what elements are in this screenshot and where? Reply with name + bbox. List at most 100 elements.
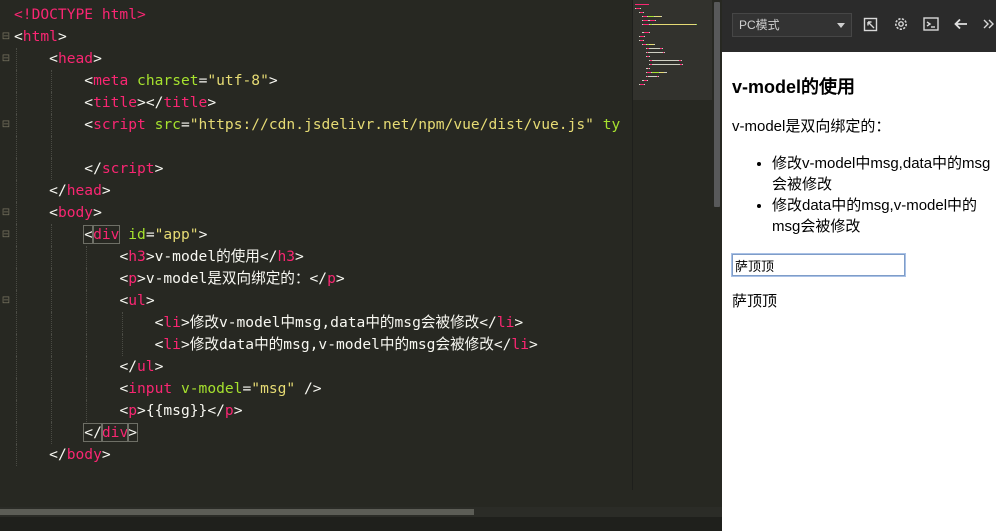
code-token: /> xyxy=(295,380,322,397)
code-line[interactable]: <p>v-model是双向绑定的：</p> xyxy=(14,268,634,290)
code-line[interactable]: <div id="app"> xyxy=(14,224,634,246)
code-token: > xyxy=(93,204,102,221)
code-token: ty xyxy=(602,116,621,133)
code-token: >修改data中的msg,v-model中的msg会被修改</ xyxy=(180,336,512,353)
code-area[interactable]: <!DOCTYPE html> <html> <head> <meta chars… xyxy=(14,4,634,488)
horizontal-scrollbar-thumb[interactable] xyxy=(0,509,474,515)
code-token: html xyxy=(22,28,58,45)
indent-guide xyxy=(16,312,17,334)
code-token: input xyxy=(128,380,173,397)
vertical-scrollbar-thumb[interactable] xyxy=(714,2,720,207)
minimap-viewport[interactable] xyxy=(633,0,713,100)
code-line[interactable]: </div> xyxy=(14,422,634,444)
fold-toggle-icon[interactable]: ⊟ xyxy=(0,48,12,70)
code-editor[interactable]: ⊟ ⊟ ⊟ ⊟ ⊟ ⊟ <!DOCTYPE html> <html> <head> <met… xyxy=(0,0,722,531)
indent-guide xyxy=(51,136,53,158)
gutter-cell xyxy=(0,268,12,290)
gear-icon[interactable] xyxy=(892,15,910,33)
fold-toggle-icon[interactable]: ⊟ xyxy=(0,290,12,312)
minimap-line xyxy=(664,52,666,53)
code-token: > xyxy=(154,160,164,177)
minimap-line xyxy=(647,76,657,77)
indent-guide xyxy=(16,158,17,180)
code-line[interactable]: <p>{{msg}}</p> xyxy=(14,400,634,422)
fold-toggle-icon[interactable]: ⊟ xyxy=(0,114,12,136)
code-token: > xyxy=(529,336,538,353)
preview-toolbar: PC模式 xyxy=(722,0,996,52)
code-token: "utf-8" xyxy=(207,72,269,89)
indent-guide xyxy=(16,422,17,444)
code-line[interactable]: <!DOCTYPE html> xyxy=(14,4,634,26)
back-arrow-icon[interactable] xyxy=(952,15,970,33)
code-token: body xyxy=(57,204,94,221)
minimap-line xyxy=(662,48,664,49)
code-line[interactable]: </script> xyxy=(14,158,634,180)
code-line[interactable]: <input v-model="msg" /> xyxy=(14,378,634,400)
code-line[interactable]: <h3>v-model的使用</h3> xyxy=(14,246,634,268)
minimap-line xyxy=(681,60,682,61)
popout-icon[interactable] xyxy=(862,15,880,33)
msg-input[interactable] xyxy=(731,253,906,277)
terminal-icon[interactable] xyxy=(922,15,940,33)
code-line[interactable] xyxy=(14,466,634,488)
code-line[interactable]: <html> xyxy=(14,26,634,48)
code-line[interactable]: <li>修改v-model中msg,data中的msg会被修改</li> xyxy=(14,312,634,334)
code-token: > xyxy=(127,423,139,442)
code-token: h3 xyxy=(277,248,296,265)
feature-list: 修改v-model中msg,data中的msg会被修改 修改data中的msg,… xyxy=(732,153,994,237)
code-token: div xyxy=(92,225,121,244)
code-line[interactable]: <head> xyxy=(14,48,634,70)
code-token: > xyxy=(268,72,278,89)
indent-guide xyxy=(51,378,53,400)
indent-guide xyxy=(51,224,53,246)
fold-gutter: ⊟ ⊟ ⊟ ⊟ ⊟ ⊟ xyxy=(0,4,12,488)
vertical-scrollbar[interactable] xyxy=(712,0,722,515)
code-line[interactable]: </head> xyxy=(14,180,634,202)
indent-guide xyxy=(16,290,17,312)
code-token: h3 xyxy=(128,248,146,265)
minimap[interactable] xyxy=(632,0,713,490)
code-token: p xyxy=(327,270,336,287)
list-item: 修改data中的msg,v-model中的msg会被修改 xyxy=(772,195,994,237)
double-chevron-icon[interactable] xyxy=(980,15,996,33)
gutter-cell xyxy=(0,444,12,466)
gutter-cell xyxy=(0,4,12,26)
code-token: < xyxy=(83,225,95,244)
code-line[interactable]: <meta charset="utf-8"> xyxy=(14,70,634,92)
code-line[interactable]: </body> xyxy=(14,444,634,466)
code-line[interactable] xyxy=(14,136,634,158)
code-line[interactable]: <li>修改data中的msg,v-model中的msg会被修改</li> xyxy=(14,334,634,356)
minimap-line xyxy=(695,24,698,25)
list-item: 修改v-model中msg,data中的msg会被修改 xyxy=(772,153,994,195)
horizontal-scrollbar[interactable] xyxy=(0,507,722,517)
code-line[interactable]: <ul> xyxy=(14,290,634,312)
code-line[interactable]: <script src="https://cdn.jsdelivr.net/np… xyxy=(14,114,634,136)
code-token: >v-model是双向绑定的：</ xyxy=(137,270,328,287)
fold-toggle-icon[interactable]: ⊟ xyxy=(0,202,12,224)
code-token: div xyxy=(100,423,130,442)
code-line[interactable]: <title></title> xyxy=(14,92,634,114)
indent-guide xyxy=(51,246,53,268)
code-token: < xyxy=(84,94,94,111)
indent-guide xyxy=(51,92,53,114)
gutter-cell xyxy=(0,378,12,400)
code-token: < xyxy=(119,380,129,397)
gutter-cell xyxy=(0,334,12,356)
code-line[interactable]: <body> xyxy=(14,202,634,224)
page-description: v-model是双向绑定的： xyxy=(732,118,891,135)
fold-toggle-icon[interactable]: ⊟ xyxy=(0,224,12,246)
fold-toggle-icon[interactable]: ⊟ xyxy=(0,26,12,48)
code-token: >修改v-model中msg,data中的msg会被修改</ xyxy=(180,314,497,331)
code-line[interactable]: </ul> xyxy=(14,356,634,378)
page-heading: v-model的使用 xyxy=(732,77,856,97)
indent-guide xyxy=(16,70,17,92)
indent-guide xyxy=(86,268,88,290)
indent-guide xyxy=(16,400,17,422)
mode-select[interactable]: PC模式 xyxy=(732,13,852,37)
